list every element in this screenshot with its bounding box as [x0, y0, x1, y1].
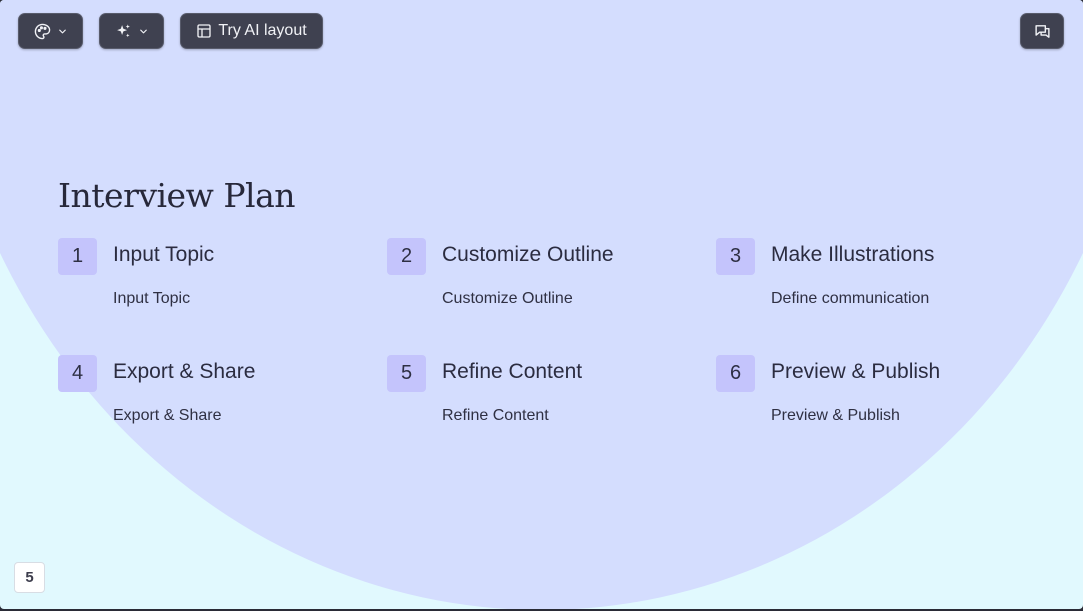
step-title: Preview & Publish: [771, 360, 941, 383]
step-description: Preview & Publish: [771, 407, 900, 424]
slide-title[interactable]: Interview Plan: [58, 176, 296, 215]
step-description: Define communication: [771, 290, 930, 307]
page-number-badge: 5: [14, 562, 45, 593]
ai-menu-button[interactable]: [99, 13, 164, 49]
theme-menu-button[interactable]: [18, 13, 83, 49]
step-title: Input Topic: [113, 243, 215, 266]
try-ai-layout-label: Try AI layout: [218, 22, 307, 39]
palette-icon: [34, 23, 51, 40]
step-title: Export & Share: [113, 360, 256, 383]
step-title: Refine Content: [442, 360, 583, 383]
comments-icon: [1034, 23, 1051, 40]
sparkles-icon: [115, 23, 132, 40]
slide-canvas: Try AI layout Interview Plan 1 Input Top…: [0, 0, 1083, 609]
step-description: Refine Content: [442, 407, 549, 424]
step-description: Input Topic: [113, 290, 191, 307]
step-description: Export & Share: [113, 407, 222, 424]
chevron-down-icon: [57, 26, 68, 37]
step-description: Customize Outline: [442, 290, 573, 307]
layout-icon: [196, 23, 212, 39]
step-title: Make Illustrations: [771, 243, 935, 266]
try-ai-layout-button[interactable]: Try AI layout: [180, 13, 323, 49]
step-title: Customize Outline: [442, 243, 614, 266]
step-number-badge: 2: [387, 238, 426, 275]
step-number-badge: 1: [58, 238, 97, 275]
comments-button[interactable]: [1020, 13, 1064, 49]
step-number-badge: 4: [58, 355, 97, 392]
step-number-badge: 6: [716, 355, 755, 392]
step-number-badge: 5: [387, 355, 426, 392]
step-number-badge: 3: [716, 238, 755, 275]
chevron-down-icon: [138, 26, 149, 37]
